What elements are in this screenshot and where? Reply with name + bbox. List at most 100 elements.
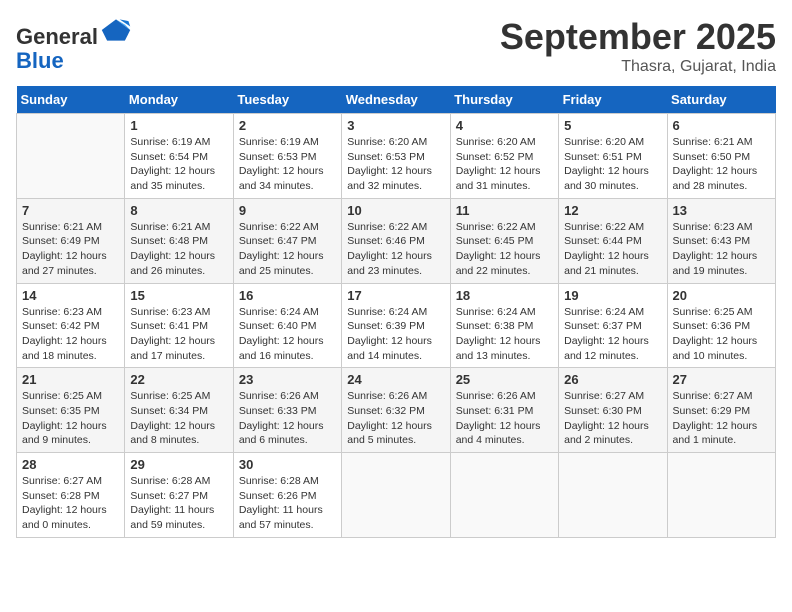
day-number: 21 [22, 372, 119, 387]
day-info: Sunrise: 6:26 AM Sunset: 6:33 PM Dayligh… [239, 389, 336, 448]
day-number: 26 [564, 372, 661, 387]
logo: General Blue [16, 16, 132, 73]
calendar-week-1: 1 Sunrise: 6:19 AM Sunset: 6:54 PM Daylig… [17, 114, 776, 199]
day-number: 29 [130, 457, 227, 472]
day-number: 6 [673, 118, 770, 133]
day-number: 27 [673, 372, 770, 387]
logo-icon [100, 16, 132, 44]
calendar-cell: 9Sunrise: 6:22 AM Sunset: 6:47 PM Daylig… [233, 198, 341, 283]
header-tuesday: Tuesday [233, 86, 341, 114]
day-number: 4 [456, 118, 553, 133]
header-thursday: Thursday [450, 86, 558, 114]
day-info: Sunrise: 6:25 AM Sunset: 6:34 PM Dayligh… [130, 389, 227, 448]
calendar-cell: 21 Sunrise: 6:25 AM Sunset: 6:35 PM Dayli… [17, 368, 125, 453]
day-number: 30 [239, 457, 336, 472]
day-number: 25 [456, 372, 553, 387]
day-number: 7 [22, 203, 119, 218]
day-number: 19 [564, 288, 661, 303]
calendar-cell: 14 Sunrise: 6:23 AM Sunset: 6:42 PM Dayli… [17, 283, 125, 368]
calendar-cell: 24Sunrise: 6:26 AM Sunset: 6:32 PM Dayli… [342, 368, 450, 453]
calendar-cell: 18Sunrise: 6:24 AM Sunset: 6:38 PM Dayli… [450, 283, 558, 368]
day-number: 28 [22, 457, 119, 472]
month-subtitle: Thasra, Gujarat, India [500, 58, 776, 76]
day-info: Sunrise: 6:27 AM Sunset: 6:29 PM Dayligh… [673, 389, 770, 448]
day-info: Sunrise: 6:26 AM Sunset: 6:31 PM Dayligh… [456, 389, 553, 448]
calendar-cell: 6 Sunrise: 6:21 AM Sunset: 6:50 PM Daylig… [667, 114, 775, 199]
calendar-cell: 25 Sunrise: 6:26 AM Sunset: 6:31 PM Dayli… [450, 368, 558, 453]
day-number: 24 [347, 372, 444, 387]
day-number: 13 [673, 203, 770, 218]
day-number: 2 [239, 118, 336, 133]
day-info: Sunrise: 6:24 AM Sunset: 6:40 PM Dayligh… [239, 305, 336, 364]
calendar-cell: 12Sunrise: 6:22 AM Sunset: 6:44 PM Dayli… [559, 198, 667, 283]
calendar-header-row: SundayMondayTuesdayWednesdayThursdayFrid… [17, 86, 776, 114]
day-number: 18 [456, 288, 553, 303]
day-info: Sunrise: 6:20 AM Sunset: 6:52 PM Dayligh… [456, 135, 553, 194]
day-number: 5 [564, 118, 661, 133]
day-number: 8 [130, 203, 227, 218]
day-info: Sunrise: 6:21 AM Sunset: 6:49 PM Dayligh… [22, 220, 119, 279]
header-saturday: Saturday [667, 86, 775, 114]
calendar-cell [342, 453, 450, 538]
header-monday: Monday [125, 86, 233, 114]
calendar-cell: 8Sunrise: 6:21 AM Sunset: 6:48 PM Daylig… [125, 198, 233, 283]
day-info: Sunrise: 6:22 AM Sunset: 6:45 PM Dayligh… [456, 220, 553, 279]
day-number: 16 [239, 288, 336, 303]
calendar-cell: 3 Sunrise: 6:20 AM Sunset: 6:53 PM Daylig… [342, 114, 450, 199]
day-info: Sunrise: 6:19 AM Sunset: 6:54 PM Dayligh… [130, 135, 227, 194]
day-info: Sunrise: 6:25 AM Sunset: 6:35 PM Dayligh… [22, 389, 119, 448]
day-info: Sunrise: 6:25 AM Sunset: 6:36 PM Dayligh… [673, 305, 770, 364]
calendar-cell [559, 453, 667, 538]
day-number: 1 [130, 118, 227, 133]
day-number: 10 [347, 203, 444, 218]
calendar-cell: 7 Sunrise: 6:21 AM Sunset: 6:49 PM Daylig… [17, 198, 125, 283]
calendar-week-3: 14 Sunrise: 6:23 AM Sunset: 6:42 PM Dayli… [17, 283, 776, 368]
calendar-cell: 28 Sunrise: 6:27 AM Sunset: 6:28 PM Dayli… [17, 453, 125, 538]
header-wednesday: Wednesday [342, 86, 450, 114]
day-info: Sunrise: 6:20 AM Sunset: 6:53 PM Dayligh… [347, 135, 444, 194]
day-info: Sunrise: 6:23 AM Sunset: 6:42 PM Dayligh… [22, 305, 119, 364]
calendar-cell [667, 453, 775, 538]
day-info: Sunrise: 6:28 AM Sunset: 6:27 PM Dayligh… [130, 474, 227, 533]
day-number: 14 [22, 288, 119, 303]
month-info: September 2025 Thasra, Gujarat, India [500, 16, 776, 76]
logo-blue-text: Blue [16, 48, 64, 73]
calendar-cell: 20Sunrise: 6:25 AM Sunset: 6:36 PM Dayli… [667, 283, 775, 368]
calendar-cell: 22Sunrise: 6:25 AM Sunset: 6:34 PM Dayli… [125, 368, 233, 453]
day-info: Sunrise: 6:27 AM Sunset: 6:28 PM Dayligh… [22, 474, 119, 533]
day-info: Sunrise: 6:28 AM Sunset: 6:26 PM Dayligh… [239, 474, 336, 533]
calendar-cell: 29 Sunrise: 6:28 AM Sunset: 6:27 PM Dayli… [125, 453, 233, 538]
day-info: Sunrise: 6:19 AM Sunset: 6:53 PM Dayligh… [239, 135, 336, 194]
day-number: 17 [347, 288, 444, 303]
day-info: Sunrise: 6:23 AM Sunset: 6:43 PM Dayligh… [673, 220, 770, 279]
day-number: 15 [130, 288, 227, 303]
day-info: Sunrise: 6:23 AM Sunset: 6:41 PM Dayligh… [130, 305, 227, 364]
day-number: 3 [347, 118, 444, 133]
calendar-cell: 26 Sunrise: 6:27 AM Sunset: 6:30 PM Dayli… [559, 368, 667, 453]
calendar-cell: 27 Sunrise: 6:27 AM Sunset: 6:29 PM Dayli… [667, 368, 775, 453]
calendar-cell [450, 453, 558, 538]
day-info: Sunrise: 6:24 AM Sunset: 6:37 PM Dayligh… [564, 305, 661, 364]
calendar-cell: 13 Sunrise: 6:23 AM Sunset: 6:43 PM Dayli… [667, 198, 775, 283]
header-friday: Friday [559, 86, 667, 114]
calendar-table: SundayMondayTuesdayWednesdayThursdayFrid… [16, 86, 776, 538]
calendar-cell: 15 Sunrise: 6:23 AM Sunset: 6:41 PM Dayli… [125, 283, 233, 368]
day-info: Sunrise: 6:21 AM Sunset: 6:50 PM Dayligh… [673, 135, 770, 194]
calendar-cell: 17 Sunrise: 6:24 AM Sunset: 6:39 PM Dayli… [342, 283, 450, 368]
calendar-cell: 10 Sunrise: 6:22 AM Sunset: 6:46 PM Dayli… [342, 198, 450, 283]
calendar-cell: 1 Sunrise: 6:19 AM Sunset: 6:54 PM Daylig… [125, 114, 233, 199]
calendar-week-2: 7 Sunrise: 6:21 AM Sunset: 6:49 PM Daylig… [17, 198, 776, 283]
calendar-cell: 11 Sunrise: 6:22 AM Sunset: 6:45 PM Dayli… [450, 198, 558, 283]
day-info: Sunrise: 6:20 AM Sunset: 6:51 PM Dayligh… [564, 135, 661, 194]
calendar-week-4: 21 Sunrise: 6:25 AM Sunset: 6:35 PM Dayli… [17, 368, 776, 453]
calendar-cell: 16 Sunrise: 6:24 AM Sunset: 6:40 PM Dayli… [233, 283, 341, 368]
header-sunday: Sunday [17, 86, 125, 114]
calendar-cell: 23Sunrise: 6:26 AM Sunset: 6:33 PM Dayli… [233, 368, 341, 453]
day-info: Sunrise: 6:24 AM Sunset: 6:39 PM Dayligh… [347, 305, 444, 364]
day-number: 9 [239, 203, 336, 218]
calendar-cell: 5 Sunrise: 6:20 AM Sunset: 6:51 PM Daylig… [559, 114, 667, 199]
calendar-cell [17, 114, 125, 199]
day-number: 11 [456, 203, 553, 218]
day-info: Sunrise: 6:22 AM Sunset: 6:46 PM Dayligh… [347, 220, 444, 279]
day-info: Sunrise: 6:27 AM Sunset: 6:30 PM Dayligh… [564, 389, 661, 448]
